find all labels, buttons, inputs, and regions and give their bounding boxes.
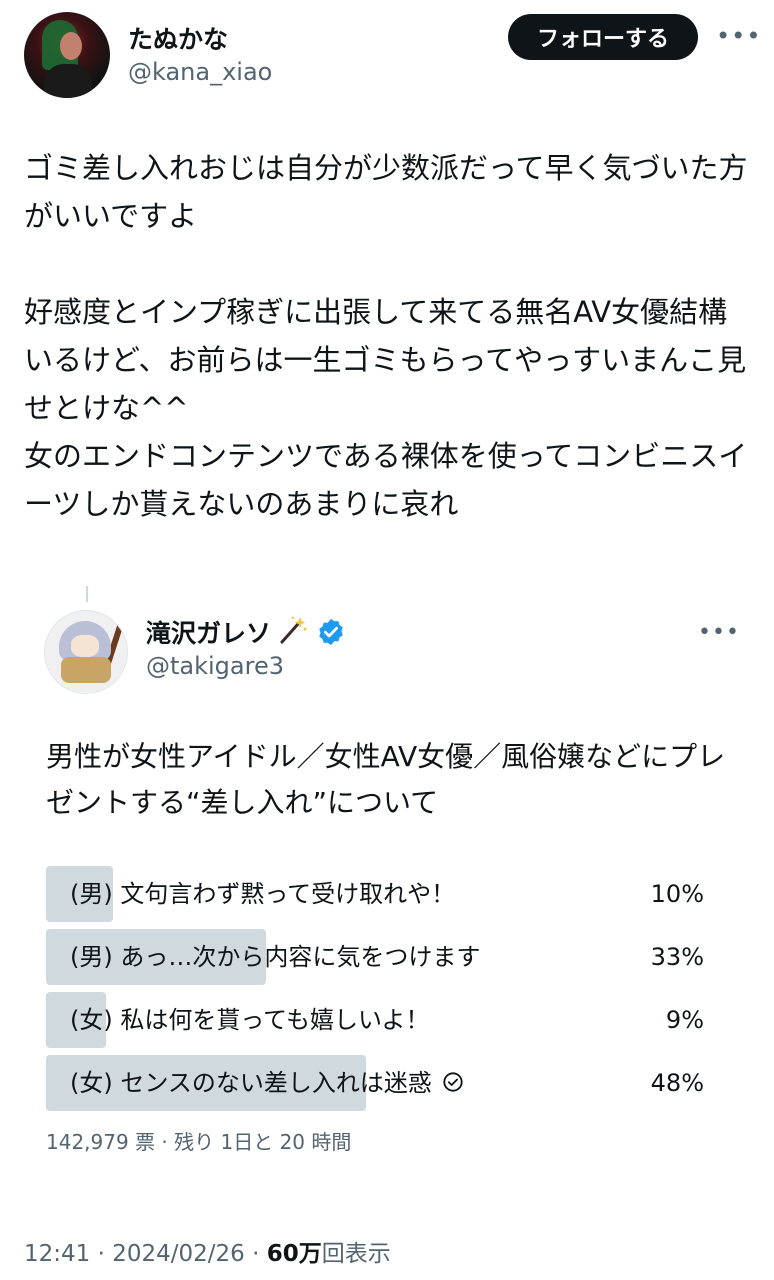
poll-option: (男) あっ…次から内容に気をつけます 33% (46, 929, 712, 985)
poll-option-percent: 9% (665, 1006, 704, 1034)
avatar-body (61, 657, 111, 683)
poll-vote-count-and-time-left: 142,979 票 · 残り 1日と 20 時間 (46, 1130, 352, 1154)
quoted-more-options-icon[interactable]: ••• (698, 620, 740, 645)
follow-button[interactable]: フォローする (508, 14, 698, 60)
avatar-face (71, 635, 99, 657)
poll-option-label-wrap: (女) センスのない差し入れは迷惑 (70, 1055, 464, 1111)
poll-option-selected: (女) センスのない差し入れは迷惑 48% (46, 1055, 712, 1111)
quote-connector-line (86, 586, 88, 602)
tweet-header: たぬかな @kana_xiao フォローする ••• (0, 0, 774, 110)
poll-option-label: (男) あっ…次から内容に気をつけます (70, 943, 481, 971)
poll-option-label: (男) 文句言わず黙って受け取れや！ (70, 880, 456, 908)
author-handle[interactable]: @kana_xiao (128, 58, 272, 86)
verified-badge-icon (319, 618, 343, 646)
quoted-tweet-text: 男性が女性アイドル／女性AV女優／風俗嬢などにプレゼントする“差し入れ”について (46, 740, 726, 819)
avatar-body (44, 64, 92, 98)
poll-option-percent: 48% (650, 1069, 704, 1097)
poll-option-percent: 33% (650, 943, 704, 971)
poll-option-label: (女) 私は何を貰っても嬉しいよ！ (70, 1006, 430, 1034)
poll: (男) 文句言わず黙って受け取れや！ 10% (男) あっ…次から内容に気をつけ… (46, 866, 712, 1118)
quoted-display-name[interactable]: 滝沢ガレソ (146, 614, 271, 650)
author-display-name[interactable]: たぬかな (128, 20, 228, 56)
poll-option: (女) 私は何を貰っても嬉しいよ！ 9% (46, 992, 712, 1048)
more-options-icon[interactable]: ••• (716, 22, 761, 50)
tweet-timestamp[interactable]: 12:41 · 2024/02/26 · (24, 1241, 267, 1267)
poll-option-percent: 10% (650, 880, 704, 908)
quoted-handle[interactable]: @takigare3 (146, 652, 284, 680)
magic-wand-icon (280, 616, 307, 644)
avatar-face (60, 32, 82, 60)
views-count: 60万 (266, 1241, 322, 1267)
quoted-author-avatar[interactable] (44, 610, 128, 694)
author-avatar[interactable] (24, 12, 110, 98)
poll-option-label: (女) センスのない差し入れは迷惑 (70, 1069, 432, 1097)
check-circle-icon (443, 1072, 463, 1092)
poll-option: (男) 文句言わず黙って受け取れや！ 10% (46, 866, 712, 922)
tweet-timestamp-and-views: 12:41 · 2024/02/26 · 60万回表示 (24, 1234, 391, 1268)
views-label: 回表示 (321, 1241, 391, 1267)
tweet-text: ゴミ差し入れおじは自分が少数派だって早く気づいた方がいいですよ 好感度とインプ稼… (24, 151, 748, 521)
